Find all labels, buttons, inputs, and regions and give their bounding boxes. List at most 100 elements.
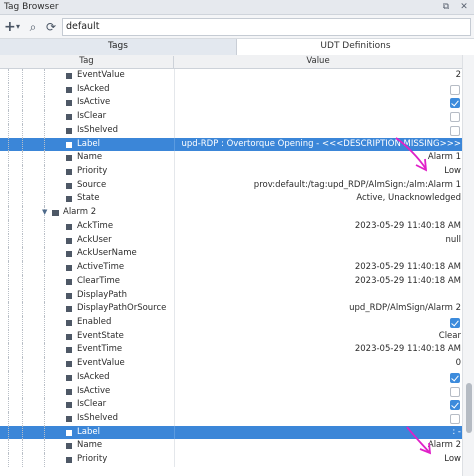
- tag-name: Alarm 2: [63, 207, 97, 218]
- column-divider: [174, 343, 175, 358]
- checkbox-checked[interactable]: [450, 98, 460, 109]
- tree-guide-line: [8, 82, 9, 97]
- close-icon[interactable]: ✕: [458, 1, 470, 13]
- tab-udt-definitions[interactable]: UDT Definitions: [237, 39, 474, 55]
- tag-name: IsActive: [77, 385, 111, 396]
- tree-guide-line: [44, 329, 45, 344]
- refresh-icon[interactable]: ⟳: [44, 19, 58, 35]
- add-icon[interactable]: +: [4, 19, 16, 35]
- tree-guide-line: [8, 329, 9, 344]
- tag-row[interactable]: IsActive: [0, 96, 462, 111]
- property-icon: [66, 306, 72, 313]
- column-divider: [174, 165, 175, 179]
- tree-group-row[interactable]: ▼ Alarm 2: [0, 206, 462, 220]
- property-icon: [66, 100, 72, 107]
- tag-row[interactable]: Priority Low: [0, 165, 462, 179]
- tree-guide-line: [44, 178, 45, 193]
- tag-row[interactable]: IsActive: [0, 384, 462, 399]
- property-icon: [66, 265, 72, 272]
- tag-row[interactable]: Name Alarm 2: [0, 439, 462, 454]
- chevron-down-icon[interactable]: ▾: [14, 19, 22, 35]
- tree-guide-line: [44, 274, 45, 289]
- column-divider: [174, 206, 175, 220]
- tree-guide-line: [22, 233, 23, 248]
- tag-row[interactable]: IsShelved: [0, 412, 462, 426]
- tag-row[interactable]: Name Alarm 1: [0, 151, 462, 166]
- checkbox-unchecked[interactable]: [450, 386, 460, 397]
- expand-arrow-icon[interactable]: ▼: [42, 208, 47, 216]
- vertical-scrollbar[interactable]: [462, 55, 474, 476]
- tag-value: 2: [455, 70, 461, 80]
- tree-guide-line: [22, 302, 23, 316]
- tag-row[interactable]: AckUserName: [0, 247, 462, 262]
- tag-value: 2023-05-29 11:40:18 AM: [354, 275, 461, 286]
- tree-guide-line: [8, 206, 9, 220]
- tree-guide-line: [22, 439, 23, 454]
- property-icon: [66, 347, 72, 354]
- property-icon: [66, 155, 72, 162]
- column-header-tag[interactable]: Tag: [0, 56, 174, 69]
- checkbox-unchecked[interactable]: [450, 125, 460, 136]
- tag-row[interactable]: Enabled: [0, 315, 462, 330]
- scrollbar-thumb[interactable]: [466, 383, 472, 433]
- tag-row[interactable]: IsClear: [0, 110, 462, 124]
- tag-name: IsShelved: [77, 413, 118, 423]
- tag-name: Source: [77, 179, 107, 190]
- tag-row[interactable]: IsAcked: [0, 370, 462, 385]
- tag-row[interactable]: IsClear: [0, 398, 462, 412]
- column-divider: [174, 288, 175, 303]
- tag-value: null: [445, 234, 462, 245]
- tag-row[interactable]: EventValue 0: [0, 357, 462, 371]
- tag-row[interactable]: Label upd-RDP : Overtorque Opening - <<<D…: [0, 137, 462, 152]
- checkbox-unchecked[interactable]: [450, 112, 460, 123]
- tree-guide-line: [44, 370, 45, 385]
- tree-guide-line: [44, 96, 45, 111]
- column-header: Tag Value: [0, 55, 462, 69]
- column-divider: [174, 178, 175, 193]
- column-divider: [174, 247, 175, 262]
- column-header-value[interactable]: Value: [174, 56, 462, 66]
- tag-provider-field[interactable]: default: [62, 18, 471, 36]
- tag-value: Active, Unacknowledged: [356, 193, 461, 204]
- tag-row[interactable]: Priority Low: [0, 453, 462, 467]
- column-divider: [174, 384, 175, 399]
- tab-tags[interactable]: Tags: [0, 39, 237, 55]
- tag-row[interactable]: EventValue 2: [0, 69, 462, 83]
- checkbox-checked[interactable]: [450, 372, 460, 383]
- tree-guide-line: [22, 357, 23, 371]
- tree-guide-line: [44, 439, 45, 454]
- tag-row[interactable]: AckUser null: [0, 233, 462, 248]
- checkbox-unchecked[interactable]: [450, 414, 460, 424]
- column-divider: [174, 192, 175, 207]
- tag-row[interactable]: EventState Clear: [0, 329, 462, 344]
- restore-icon[interactable]: ⧉: [440, 1, 452, 13]
- tag-name: IsAcked: [77, 83, 110, 94]
- tag-row[interactable]: DisplayPath: [0, 288, 462, 303]
- column-divider: [174, 398, 175, 412]
- tag-row[interactable]: ClearTime 2023-05-29 11:40:18 AM: [0, 274, 462, 289]
- tag-row[interactable]: ActiveTime 2023-05-29 11:40:18 AM: [0, 261, 462, 275]
- tag-row[interactable]: IsAcked: [0, 82, 462, 97]
- tag-row[interactable]: EventTime 2023-05-29 11:40:18 AM: [0, 343, 462, 358]
- checkbox-unchecked[interactable]: [450, 84, 460, 95]
- tree-guide-line: [8, 192, 9, 207]
- tag-row[interactable]: DisplayPathOrSource upd_RDP/AlmSign/Alarm…: [0, 302, 462, 316]
- tag-name: Name: [77, 440, 103, 451]
- tag-row[interactable]: Label: -: [0, 425, 462, 440]
- tree-guide-line: [22, 219, 23, 234]
- property-icon: [66, 388, 72, 395]
- tag-name: Priority: [77, 166, 108, 177]
- tree-guide-line: [44, 453, 45, 467]
- tag-row[interactable]: AckTime 2023-05-29 11:40:18 AM: [0, 219, 462, 234]
- property-icon: [66, 333, 72, 340]
- checkbox-checked[interactable]: [450, 400, 460, 411]
- tag-row[interactable]: Source prov:default:/tag:upd_RDP/AlmSign:…: [0, 178, 462, 193]
- tag-name: AckUserName: [77, 248, 137, 259]
- tag-row[interactable]: State Active, Unacknowledged: [0, 192, 462, 207]
- search-icon[interactable]: ⌕: [26, 19, 40, 35]
- tree-guide-line: [22, 412, 23, 426]
- property-icon: [66, 374, 72, 381]
- tag-name: EventState: [77, 330, 124, 341]
- checkbox-checked[interactable]: [450, 317, 460, 328]
- tag-row[interactable]: IsShelved: [0, 123, 462, 138]
